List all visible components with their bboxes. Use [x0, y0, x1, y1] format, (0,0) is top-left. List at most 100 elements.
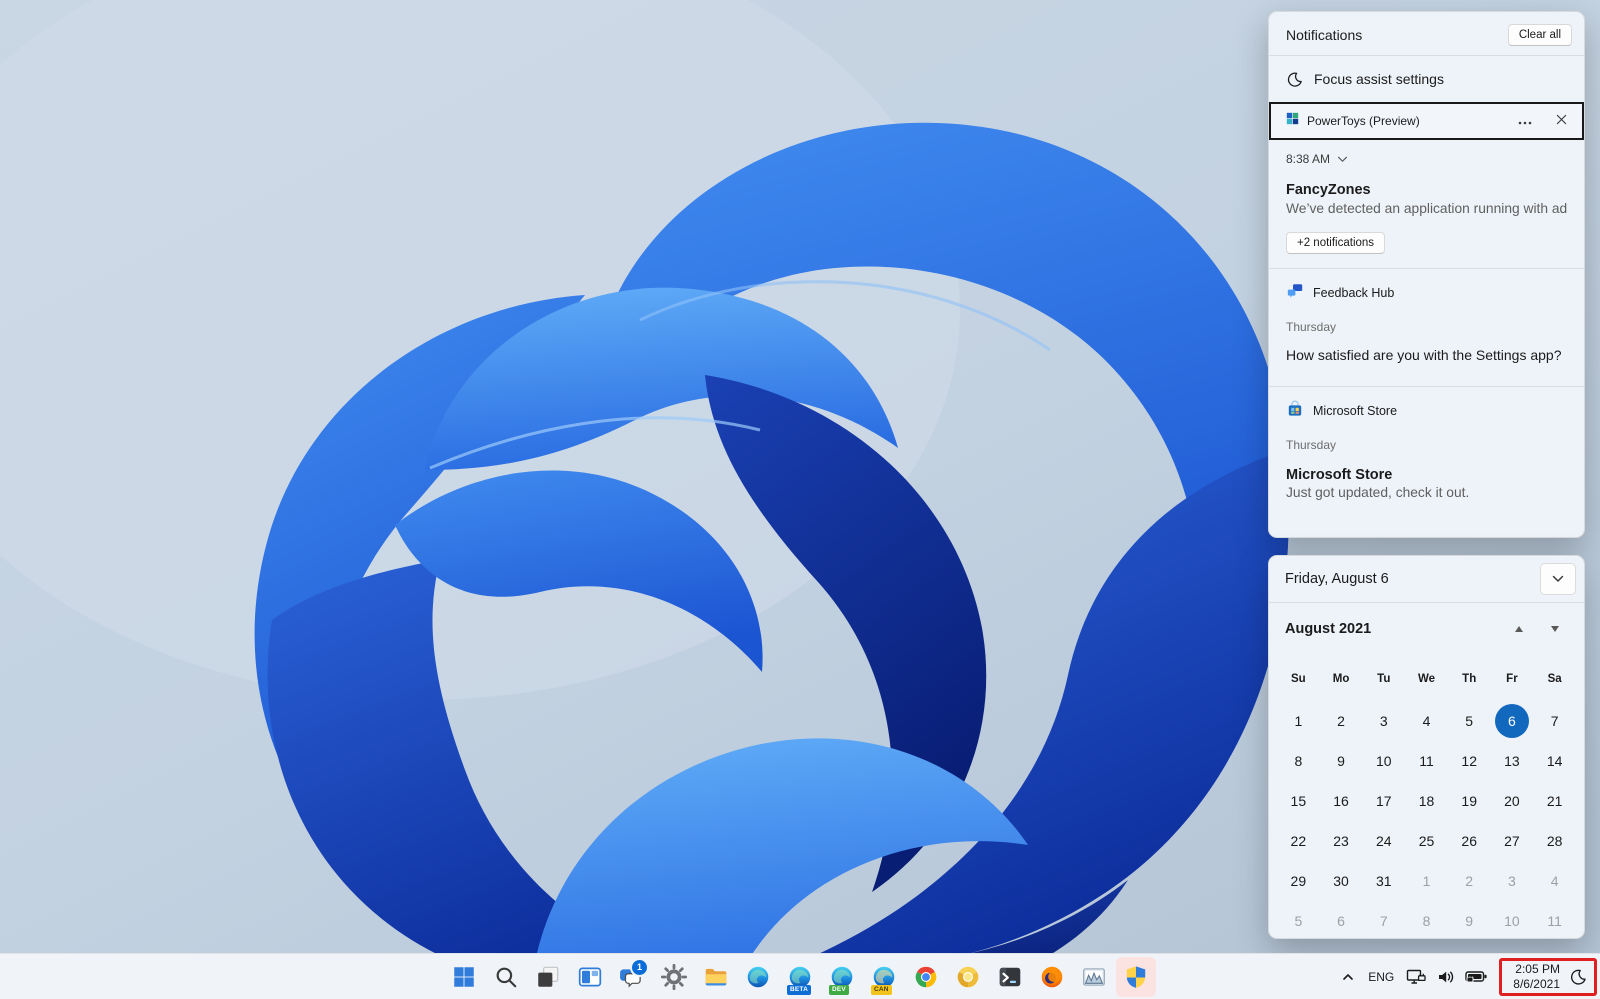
notification-time-row[interactable]: 8:38 AM	[1286, 150, 1567, 168]
calendar-day[interactable]: 26	[1448, 821, 1491, 861]
notification-group-header-powertoys[interactable]: PowerToys (Preview)	[1269, 102, 1584, 140]
calendar-day[interactable]: 18	[1405, 781, 1448, 821]
calendar-day[interactable]: 15	[1277, 781, 1320, 821]
notification-group-header-microsoft-store[interactable]: Microsoft Store	[1269, 387, 1584, 421]
calendar-day[interactable]: 8	[1405, 901, 1448, 941]
edge-canary-channel-label: CAN	[871, 985, 892, 995]
focus-assist-settings-link[interactable]: Focus assist settings	[1269, 56, 1584, 102]
calendar-month-row: August 2021	[1285, 618, 1568, 640]
calendar-day-number: 25	[1409, 824, 1443, 858]
feedback-hub-icon	[1286, 282, 1304, 303]
taskbar-icon-start[interactable]	[444, 957, 484, 997]
calendar-day[interactable]: 6	[1320, 901, 1363, 941]
tray-overflow-chevron-up-icon[interactable]	[1340, 969, 1356, 985]
calendar-day[interactable]: 10	[1491, 901, 1534, 941]
taskbar-icon-chat[interactable]: 1	[612, 957, 652, 997]
calendar-day[interactable]: 5	[1448, 701, 1491, 741]
calendar-day-number: 18	[1409, 784, 1443, 818]
calendar-day[interactable]: 16	[1320, 781, 1363, 821]
taskbar-icon-task-view[interactable]	[528, 957, 568, 997]
clear-all-button[interactable]: Clear all	[1508, 24, 1572, 46]
taskbar-icon-edge-dev[interactable]: DEV	[822, 957, 862, 997]
calendar-day[interactable]: 2	[1448, 861, 1491, 901]
calendar-day[interactable]: 2	[1320, 701, 1363, 741]
calendar-day[interactable]: 5	[1277, 901, 1320, 941]
calendar-day[interactable]: 25	[1405, 821, 1448, 861]
chevron-down-icon	[1337, 152, 1348, 166]
edge-beta-channel-label: BETA	[787, 985, 811, 995]
notification-group-header-feedback-hub[interactable]: Feedback Hub	[1269, 269, 1584, 303]
notification-time: 8:38 AM	[1286, 152, 1330, 166]
calendar-day[interactable]: 29	[1277, 861, 1320, 901]
calendar-collapse-button[interactable]	[1540, 563, 1576, 595]
battery-charging-icon[interactable]	[1465, 969, 1488, 984]
calendar-day[interactable]: 9	[1320, 741, 1363, 781]
calendar-weekday: Su	[1277, 667, 1320, 691]
calendar-day[interactable]: 22	[1277, 821, 1320, 861]
more-notifications-button[interactable]: +2 notifications	[1286, 232, 1385, 254]
taskbar-icon-windows-security[interactable]	[1116, 957, 1156, 997]
calendar-day-number: 31	[1367, 864, 1401, 898]
calendar-day[interactable]: 10	[1362, 741, 1405, 781]
taskbar-icon-widgets[interactable]	[570, 957, 610, 997]
calendar-day[interactable]: 3	[1491, 861, 1534, 901]
calendar-day[interactable]: 14	[1533, 741, 1576, 781]
calendar-day[interactable]: 31	[1362, 861, 1405, 901]
calendar-day[interactable]: 28	[1533, 821, 1576, 861]
calendar-day-number: 1	[1409, 864, 1443, 898]
feedback-hub-app-name: Feedback Hub	[1313, 286, 1394, 300]
calendar-day[interactable]: 7	[1362, 901, 1405, 941]
calendar-weekday: Th	[1448, 667, 1491, 691]
taskbar-icon-search[interactable]	[486, 957, 526, 997]
more-options-icon[interactable]	[1518, 112, 1532, 130]
focus-assist-tray-moon-icon[interactable]	[1569, 968, 1587, 986]
calendar-day-number: 15	[1281, 784, 1315, 818]
calendar-day[interactable]: 7	[1533, 701, 1576, 741]
taskbar-icon-chrome[interactable]	[906, 957, 946, 997]
calendar-day[interactable]: 13	[1491, 741, 1534, 781]
taskbar-icon-edge-canary[interactable]: CAN	[864, 957, 904, 997]
volume-icon[interactable]	[1436, 967, 1456, 987]
close-icon[interactable]	[1556, 112, 1567, 130]
calendar-day[interactable]: 11	[1533, 901, 1576, 941]
calendar-day[interactable]: 4	[1533, 861, 1576, 901]
taskbar-icon-firefox[interactable]	[1032, 957, 1072, 997]
calendar-day[interactable]: 30	[1320, 861, 1363, 901]
calendar-day-number: 6	[1495, 704, 1529, 738]
calendar-day[interactable]: 21	[1533, 781, 1576, 821]
network-icon[interactable]	[1406, 967, 1427, 987]
calendar-day[interactable]: 4	[1405, 701, 1448, 741]
taskbar-icon-file-explorer[interactable]	[696, 957, 736, 997]
calendar-day-number: 20	[1495, 784, 1529, 818]
calendar-day[interactable]: 23	[1320, 821, 1363, 861]
calendar-day-number: 8	[1281, 744, 1315, 778]
taskbar-icon-chrome-canary[interactable]	[948, 957, 988, 997]
calendar-day[interactable]: 27	[1491, 821, 1534, 861]
calendar-day-selected[interactable]: 6	[1491, 701, 1534, 741]
calendar-day[interactable]: 11	[1405, 741, 1448, 781]
taskbar-clock[interactable]: 2:05 PM 8/6/2021	[1513, 962, 1560, 991]
taskbar-icon-settings[interactable]	[654, 957, 694, 997]
calendar-next-month-button[interactable]	[1550, 620, 1560, 638]
notification-title[interactable]: Microsoft Store	[1286, 467, 1567, 483]
calendar-day[interactable]: 19	[1448, 781, 1491, 821]
clock-annotation-highlight[interactable]: 2:05 PM 8/6/2021	[1499, 958, 1597, 996]
calendar-day[interactable]: 20	[1491, 781, 1534, 821]
calendar-day[interactable]: 12	[1448, 741, 1491, 781]
input-language-indicator[interactable]: ENG	[1365, 970, 1397, 984]
notification-body[interactable]: How satisfied are you with the Settings …	[1286, 347, 1567, 363]
calendar-day[interactable]: 17	[1362, 781, 1405, 821]
calendar-day[interactable]: 3	[1362, 701, 1405, 741]
calendar-grid: 1234567891011121314151617181920212223242…	[1277, 701, 1576, 941]
calendar-day[interactable]: 1	[1405, 861, 1448, 901]
taskbar-icon-task-manager[interactable]	[1074, 957, 1114, 997]
taskbar-icon-edge-beta[interactable]: BETA	[780, 957, 820, 997]
taskbar-icon-terminal[interactable]	[990, 957, 1030, 997]
calendar-day[interactable]: 24	[1362, 821, 1405, 861]
calendar-prev-month-button[interactable]	[1514, 620, 1524, 638]
calendar-day[interactable]: 8	[1277, 741, 1320, 781]
calendar-day[interactable]: 9	[1448, 901, 1491, 941]
taskbar-icon-edge[interactable]	[738, 957, 778, 997]
calendar-day[interactable]: 1	[1277, 701, 1320, 741]
calendar-day-number: 4	[1538, 864, 1572, 898]
